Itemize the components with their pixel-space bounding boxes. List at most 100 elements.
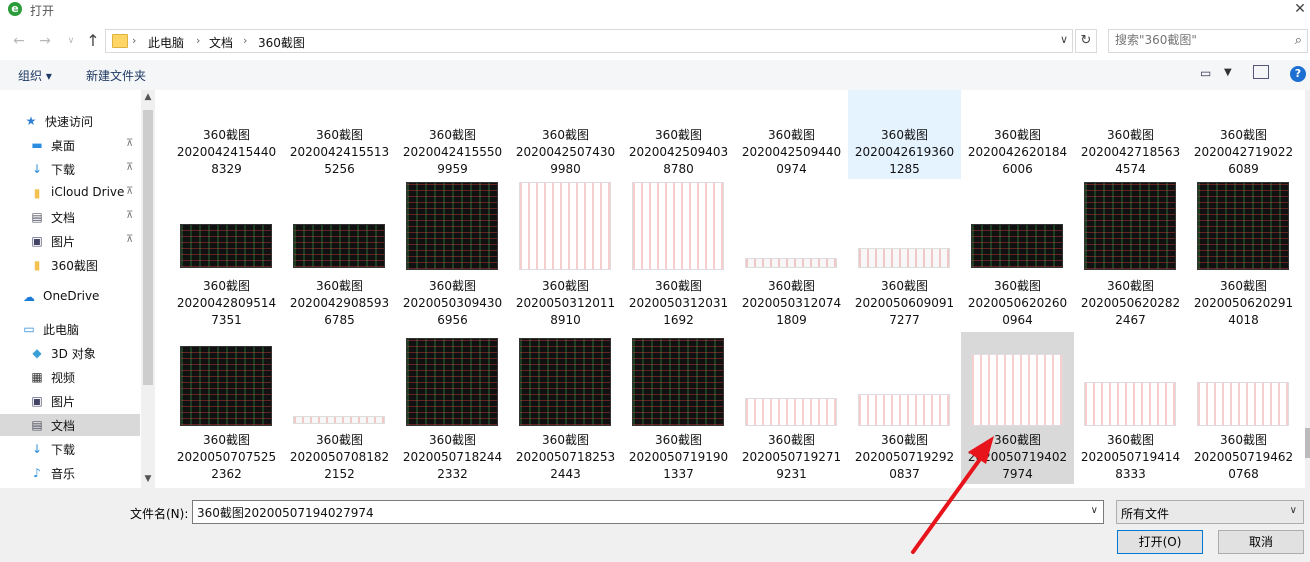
search-input[interactable] xyxy=(1115,33,1285,47)
cancel-button[interactable]: 取消 xyxy=(1218,530,1304,554)
scrollbar[interactable] xyxy=(1305,90,1310,488)
file-name-part: 2020050707525 xyxy=(176,450,277,464)
sidebar-item[interactable]: ↓ 下载 xyxy=(0,438,140,460)
chevron-down-icon[interactable]: ▼ xyxy=(1224,67,1232,78)
file-name-part: 2020050312011 xyxy=(515,296,616,310)
file-tile[interactable]: 360截图 2020050309430 6956 xyxy=(396,178,509,330)
up-button[interactable]: ↑ xyxy=(84,32,102,50)
window-title: 打开 xyxy=(30,4,55,18)
file-tile[interactable]: 360截图 2020042718563 4574 xyxy=(1074,90,1187,179)
file-name-part: 8780 xyxy=(663,162,694,176)
recent-locations-button[interactable]: ∨ xyxy=(62,32,80,50)
file-name-label: 360截图 xyxy=(1107,279,1154,293)
file-tile[interactable]: 360截图 2020042620184 6006 xyxy=(961,90,1074,179)
file-tile[interactable]: 360截图 2020050707525 2362 xyxy=(170,332,283,484)
breadcrumb-360[interactable]: 360截图 xyxy=(258,34,305,51)
image-thumbnail xyxy=(971,354,1063,426)
filename-input[interactable] xyxy=(197,505,1077,519)
filename-combobox[interactable]: ∨ xyxy=(192,500,1104,524)
image-thumbnail xyxy=(632,338,724,426)
file-tile[interactable]: 360截图 2020050718253 2443 xyxy=(509,332,622,484)
download-icon: ↓ xyxy=(31,442,43,456)
sidebar-item[interactable]: ▤ 文档 xyxy=(0,414,140,436)
file-name-part: 5256 xyxy=(324,162,355,176)
breadcrumb-documents[interactable]: 文档 xyxy=(209,34,233,51)
address-bar[interactable]: › 此电脑 › 文档 › 360截图 ∨ xyxy=(105,29,1073,53)
filetype-select[interactable]: 所有文件 ∨ xyxy=(1116,500,1304,524)
search-box[interactable]: ⌕ xyxy=(1108,29,1308,53)
sidebar-item-label: 此电脑 xyxy=(43,323,80,337)
organize-button[interactable]: 组织 ▾ xyxy=(18,67,52,84)
file-name-part: 2020050312074 xyxy=(741,296,842,310)
file-tile[interactable]: 360截图 2020050708182 2152 xyxy=(283,332,396,484)
file-tile[interactable]: 360截图 2020050719292 0837 xyxy=(848,332,961,484)
file-tile[interactable]: 360截图 2020050719414 8333 xyxy=(1074,332,1187,484)
file-tile[interactable]: 360截图 2020042415440 8329 xyxy=(170,90,283,179)
file-name-label: 360截图 xyxy=(881,128,928,142)
file-tile[interactable]: 360截图 2020050719271 9231 xyxy=(735,332,848,484)
file-name-part: 2020042415513 xyxy=(289,145,390,159)
breadcrumb-this-pc[interactable]: 此电脑 xyxy=(148,34,184,51)
file-tile[interactable]: 360截图 2020042908593 6785 xyxy=(283,178,396,330)
file-tile[interactable]: 360截图 2020050312074 1809 xyxy=(735,178,848,330)
new-folder-button[interactable]: 新建文件夹 xyxy=(86,67,146,84)
scroll-up-icon[interactable]: ▲ xyxy=(143,92,153,102)
scrollbar-thumb[interactable] xyxy=(143,110,153,385)
file-tile[interactable]: 360截图 2020050620291 4018 xyxy=(1187,178,1300,330)
chevron-down-icon[interactable]: ∨ xyxy=(1060,33,1068,46)
close-button[interactable]: ✕ xyxy=(1290,0,1310,20)
file-tile[interactable]: 360截图 2020042415513 5256 xyxy=(283,90,396,179)
sidebar-item[interactable]: ▬ 桌面 ⊼ xyxy=(0,134,140,156)
sidebar-item[interactable]: ♪ 音乐 xyxy=(0,462,140,484)
file-tile[interactable]: 360截图 2020050719190 1337 xyxy=(622,332,735,484)
file-name-part: 2020050620260 xyxy=(967,296,1068,310)
help-button[interactable]: ? xyxy=(1290,66,1306,82)
image-thumbnail xyxy=(1084,182,1176,270)
sidebar-item[interactable]: ↓ 下载 ⊼ xyxy=(0,158,140,180)
file-name-part: 2020050719292 xyxy=(854,450,955,464)
image-thumbnail xyxy=(519,182,611,270)
sidebar-item[interactable]: ▮ 360截图 xyxy=(0,254,140,276)
file-tile[interactable]: 360截图 2020050620282 2467 xyxy=(1074,178,1187,330)
forward-button[interactable]: → xyxy=(36,32,54,50)
search-icon[interactable]: ⌕ xyxy=(1295,33,1302,48)
file-tile[interactable]: 360截图 2020042507430 9980 xyxy=(509,90,622,179)
file-name-part: 2020050719414 xyxy=(1080,450,1181,464)
sidebar-item[interactable]: ☁ OneDrive xyxy=(0,286,140,308)
file-name-part: 9980 xyxy=(550,162,581,176)
sidebar-item[interactable]: ▮ iCloud Drive ⊼ xyxy=(0,182,140,204)
file-tile[interactable]: 360截图 2020050620260 0964 xyxy=(961,178,1074,330)
open-button[interactable]: 打开(O) xyxy=(1117,530,1203,554)
preview-pane-icon[interactable] xyxy=(1253,65,1269,79)
file-tile[interactable]: 360截图 2020042809514 7351 xyxy=(170,178,283,330)
sidebar-item[interactable]: ▦ 视频 xyxy=(0,366,140,388)
file-tile[interactable]: 360截图 2020050312011 8910 xyxy=(509,178,622,330)
file-name-part: 0974 xyxy=(776,162,807,176)
sidebar-item[interactable]: ★ 快速访问 xyxy=(0,110,140,132)
back-button[interactable]: ← xyxy=(10,32,28,50)
sidebar-item[interactable]: ▣ 图片 xyxy=(0,390,140,412)
sidebar-item[interactable]: ▭ 此电脑 xyxy=(0,318,140,340)
file-tile[interactable]: 360截图 2020050718244 2332 xyxy=(396,332,509,484)
view-options-icon[interactable]: ▭ xyxy=(1200,66,1211,80)
chevron-down-icon[interactable]: ∨ xyxy=(1290,505,1297,516)
file-tile[interactable]: 360截图 2020042619360 1285 xyxy=(848,90,961,179)
sidebar-item[interactable]: ◆ 3D 对象 xyxy=(0,342,140,364)
file-tile[interactable]: 360截图 2020050609091 7277 xyxy=(848,178,961,330)
sidebar-item[interactable]: ▤ 文档 ⊼ xyxy=(0,206,140,228)
file-tile[interactable]: 360截图 2020042509403 8780 xyxy=(622,90,735,179)
file-tile[interactable]: 360截图 2020042415550 9959 xyxy=(396,90,509,179)
file-tile[interactable]: 360截图 2020050719402 7974 xyxy=(961,332,1074,484)
file-tile[interactable]: 360截图 2020050312031 1692 xyxy=(622,178,735,330)
file-name-part: 6089 xyxy=(1228,162,1259,176)
sidebar-item[interactable]: ▣ 图片 ⊼ xyxy=(0,230,140,252)
scrollbar[interactable]: ▲ ▼ xyxy=(141,90,155,488)
scroll-down-icon[interactable]: ▼ xyxy=(143,474,153,484)
app-icon: e xyxy=(8,2,22,16)
file-tile[interactable]: 360截图 2020042719022 6089 xyxy=(1187,90,1300,179)
file-tile[interactable]: 360截图 2020050719462 0768 xyxy=(1187,332,1300,484)
refresh-button[interactable]: ↻ xyxy=(1075,29,1097,53)
file-tile[interactable]: 360截图 2020042509440 0974 xyxy=(735,90,848,179)
chevron-down-icon[interactable]: ∨ xyxy=(1091,505,1098,516)
scrollbar-thumb[interactable] xyxy=(1305,428,1310,458)
